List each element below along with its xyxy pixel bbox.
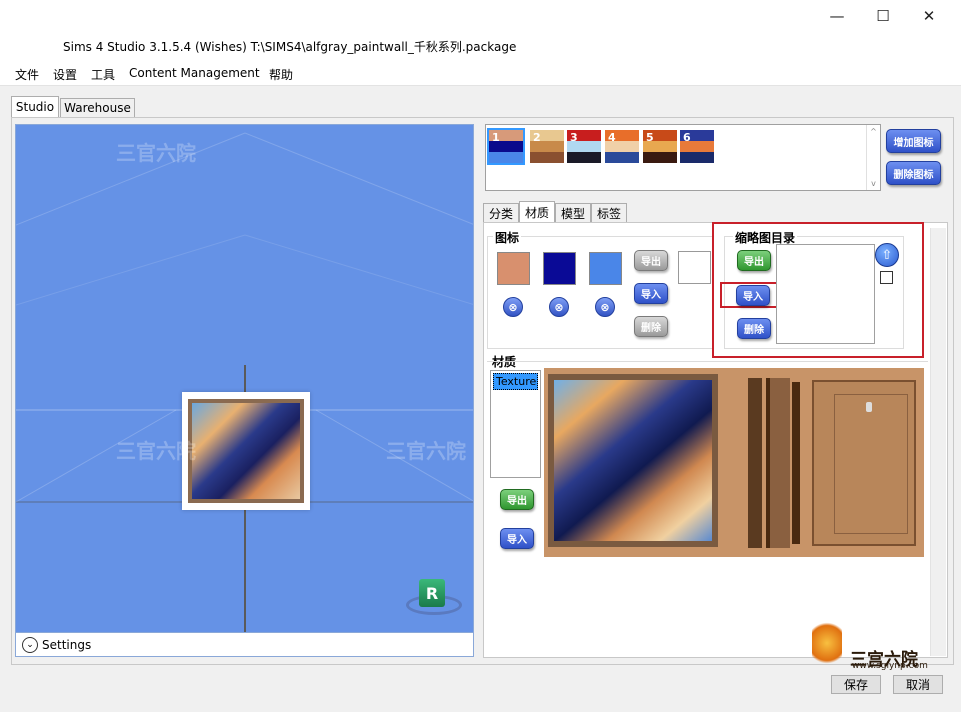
texture-handle — [866, 402, 872, 412]
icon-group-label: 图标 — [493, 229, 522, 246]
tab-warehouse[interactable]: Warehouse — [60, 98, 135, 118]
texture-panel-inner — [834, 394, 908, 534]
icon-preview-empty — [678, 251, 711, 284]
thumbnail-export-button[interactable]: 导出 — [737, 250, 771, 271]
remove-swatch-button[interactable]: 删除图标 — [886, 161, 941, 185]
swatch-item[interactable]: 3 — [567, 130, 601, 163]
painting-canvas — [192, 403, 300, 499]
material-export-button[interactable]: 导出 — [500, 489, 534, 510]
viewport-grid — [16, 132, 473, 633]
swatch-item[interactable]: 6 — [680, 130, 714, 163]
chevron-down-icon[interactable]: ⌄ — [22, 636, 38, 653]
menu-file[interactable]: 文件 — [15, 66, 39, 83]
thumbnail-list[interactable] — [776, 244, 875, 344]
remove-icon[interactable]: ⊗ — [595, 297, 615, 317]
swatch-number: 6 — [683, 131, 691, 144]
swatch-number: 4 — [608, 131, 616, 144]
3d-viewport[interactable]: R 三官六院 三官六院 三官六院 — [15, 124, 474, 634]
texture-strip — [748, 378, 762, 548]
swatch-number: 5 — [646, 131, 654, 144]
swatch-item[interactable]: 2 — [530, 130, 564, 163]
minimize-button[interactable]: — — [814, 4, 860, 28]
settings-bar[interactable]: ⌄ Settings — [15, 632, 474, 657]
maximize-button[interactable]: ☐ — [860, 4, 906, 28]
cancel-button[interactable]: 取消 — [893, 675, 943, 694]
swatch-item[interactable]: 4 — [605, 130, 639, 163]
swatch-scrollbar[interactable]: ^ v — [866, 125, 880, 190]
painting-frame — [188, 399, 304, 503]
add-swatch-button[interactable]: 增加图标 — [886, 129, 941, 153]
thumbnail-delete-button[interactable]: 删除 — [737, 318, 771, 339]
window-title: Sims 4 Studio 3.1.5.4 (Wishes) T:\SIMS4\… — [63, 40, 517, 54]
tab-tags[interactable]: 标签 — [591, 203, 627, 223]
watermark-text: 三官六院 — [386, 439, 466, 463]
brand-logo-icon — [812, 618, 842, 668]
texture-panel — [812, 380, 916, 546]
vertical-scrollbar[interactable] — [930, 228, 946, 656]
menu-help[interactable]: 帮助 — [269, 66, 293, 83]
save-button[interactable]: 保存 — [831, 675, 881, 694]
swatch-item[interactable]: 5 — [643, 130, 677, 163]
brand-url: www.sglynp.com — [852, 661, 928, 671]
material-list-item[interactable]: Texture — [493, 373, 538, 390]
material-import-button[interactable]: 导入 — [500, 528, 534, 549]
icon-import-button[interactable]: 导入 — [634, 283, 668, 304]
texture-frame — [548, 374, 718, 547]
swatch-item[interactable]: 1 — [487, 128, 525, 165]
swatch-number: 2 — [533, 131, 541, 144]
painting-model — [182, 392, 310, 510]
material-list[interactable]: Texture — [490, 370, 541, 478]
texture-strip — [792, 382, 800, 544]
swatch-number: 3 — [570, 131, 578, 144]
tab-material[interactable]: 材质 — [519, 201, 555, 223]
thumbnail-import-button[interactable]: 导入 — [736, 285, 770, 306]
menu-settings[interactable]: 设置 — [53, 66, 77, 83]
settings-label: Settings — [42, 637, 92, 652]
icon-export-button[interactable]: 导出 — [634, 250, 668, 271]
menu-tools[interactable]: 工具 — [91, 66, 115, 83]
watermark-text: 三官六院 — [116, 439, 196, 463]
icon-delete-button[interactable]: 删除 — [634, 316, 668, 337]
remove-icon[interactable]: ⊗ — [549, 297, 569, 317]
texture-canvas — [554, 380, 712, 541]
swatch-number: 1 — [492, 131, 500, 144]
watermark-text: 三官六院 — [116, 141, 196, 165]
upload-arrow-icon[interactable]: ⇧ — [875, 243, 899, 267]
close-button[interactable]: ✕ — [906, 4, 952, 28]
tab-category[interactable]: 分类 — [483, 203, 519, 223]
tab-studio[interactable]: Studio — [11, 96, 59, 117]
texture-strip — [766, 378, 790, 548]
icon-color-preview[interactable] — [589, 252, 622, 285]
remove-icon[interactable]: ⊗ — [503, 297, 523, 317]
icon-color-preview[interactable] — [543, 252, 576, 285]
tab-model[interactable]: 模型 — [555, 203, 591, 223]
menu-content-management[interactable]: Content Management — [129, 66, 260, 80]
thumbnail-checkbox[interactable] — [880, 271, 893, 284]
icon-color-preview[interactable] — [497, 252, 530, 285]
rotate-gizmo-button[interactable]: R — [419, 579, 445, 607]
texture-preview — [544, 368, 924, 557]
